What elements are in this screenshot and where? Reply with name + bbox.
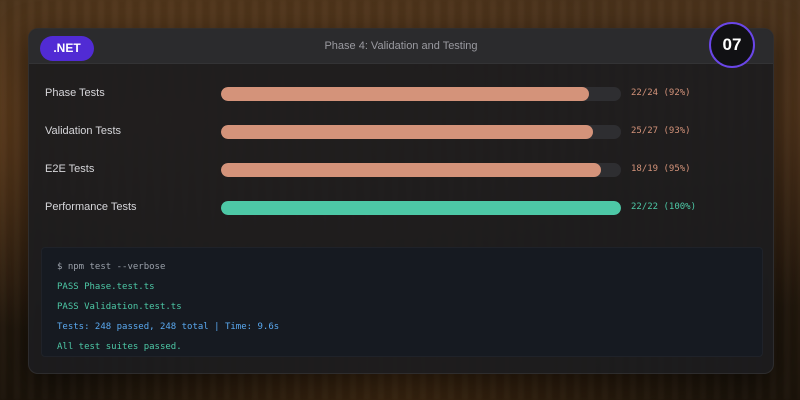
progress-row-validation-tests: Validation Tests 25/27 (93%) — [29, 117, 773, 155]
progress-value: 22/24 (92%) — [631, 88, 691, 98]
phase-title: Phase 4: Validation and Testing — [324, 40, 478, 52]
progress-row-phase-tests: Phase Tests 22/24 (92%) — [29, 79, 773, 117]
progress-track — [221, 87, 621, 101]
progress-label: Validation Tests — [45, 125, 122, 137]
progress-label: E2E Tests — [45, 163, 95, 175]
progress-row-e2e-tests: E2E Tests 18/19 (95%) — [29, 155, 773, 193]
progress-value: 22/22 (100%) — [631, 202, 697, 212]
card-header: Phase 4: Validation and Testing .NET — [29, 29, 773, 64]
progress-track — [221, 163, 621, 177]
progress-fill — [221, 125, 593, 139]
progress-label: Performance Tests — [45, 201, 137, 213]
progress-fill — [221, 163, 601, 177]
progress-fill — [221, 201, 621, 215]
phase-card: Phase 4: Validation and Testing .NET Pha… — [28, 28, 774, 374]
terminal-pass-line: PASS Phase.test.ts — [57, 282, 155, 292]
terminal-summary-line: Tests: 248 passed, 248 total | Time: 9.6… — [57, 322, 280, 332]
progress-track — [221, 201, 621, 215]
progress-list: Phase Tests 22/24 (92%) Validation Tests… — [29, 79, 773, 231]
progress-track — [221, 125, 621, 139]
terminal-command: $ npm test --verbose — [57, 262, 166, 272]
terminal-pass-line: PASS Validation.test.ts — [57, 302, 182, 312]
dotnet-badge: .NET — [40, 36, 94, 61]
step-number-badge: 07 — [709, 22, 755, 68]
progress-label: Phase Tests — [45, 87, 105, 99]
progress-fill — [221, 87, 589, 101]
progress-row-performance-tests: Performance Tests 22/22 (100%) — [29, 193, 773, 231]
progress-value: 25/27 (93%) — [631, 126, 691, 136]
terminal-output: $ npm test --verbose PASS Phase.test.ts … — [41, 247, 763, 357]
progress-value: 18/19 (95%) — [631, 164, 691, 174]
terminal-status-line: All test suites passed. — [57, 342, 182, 352]
